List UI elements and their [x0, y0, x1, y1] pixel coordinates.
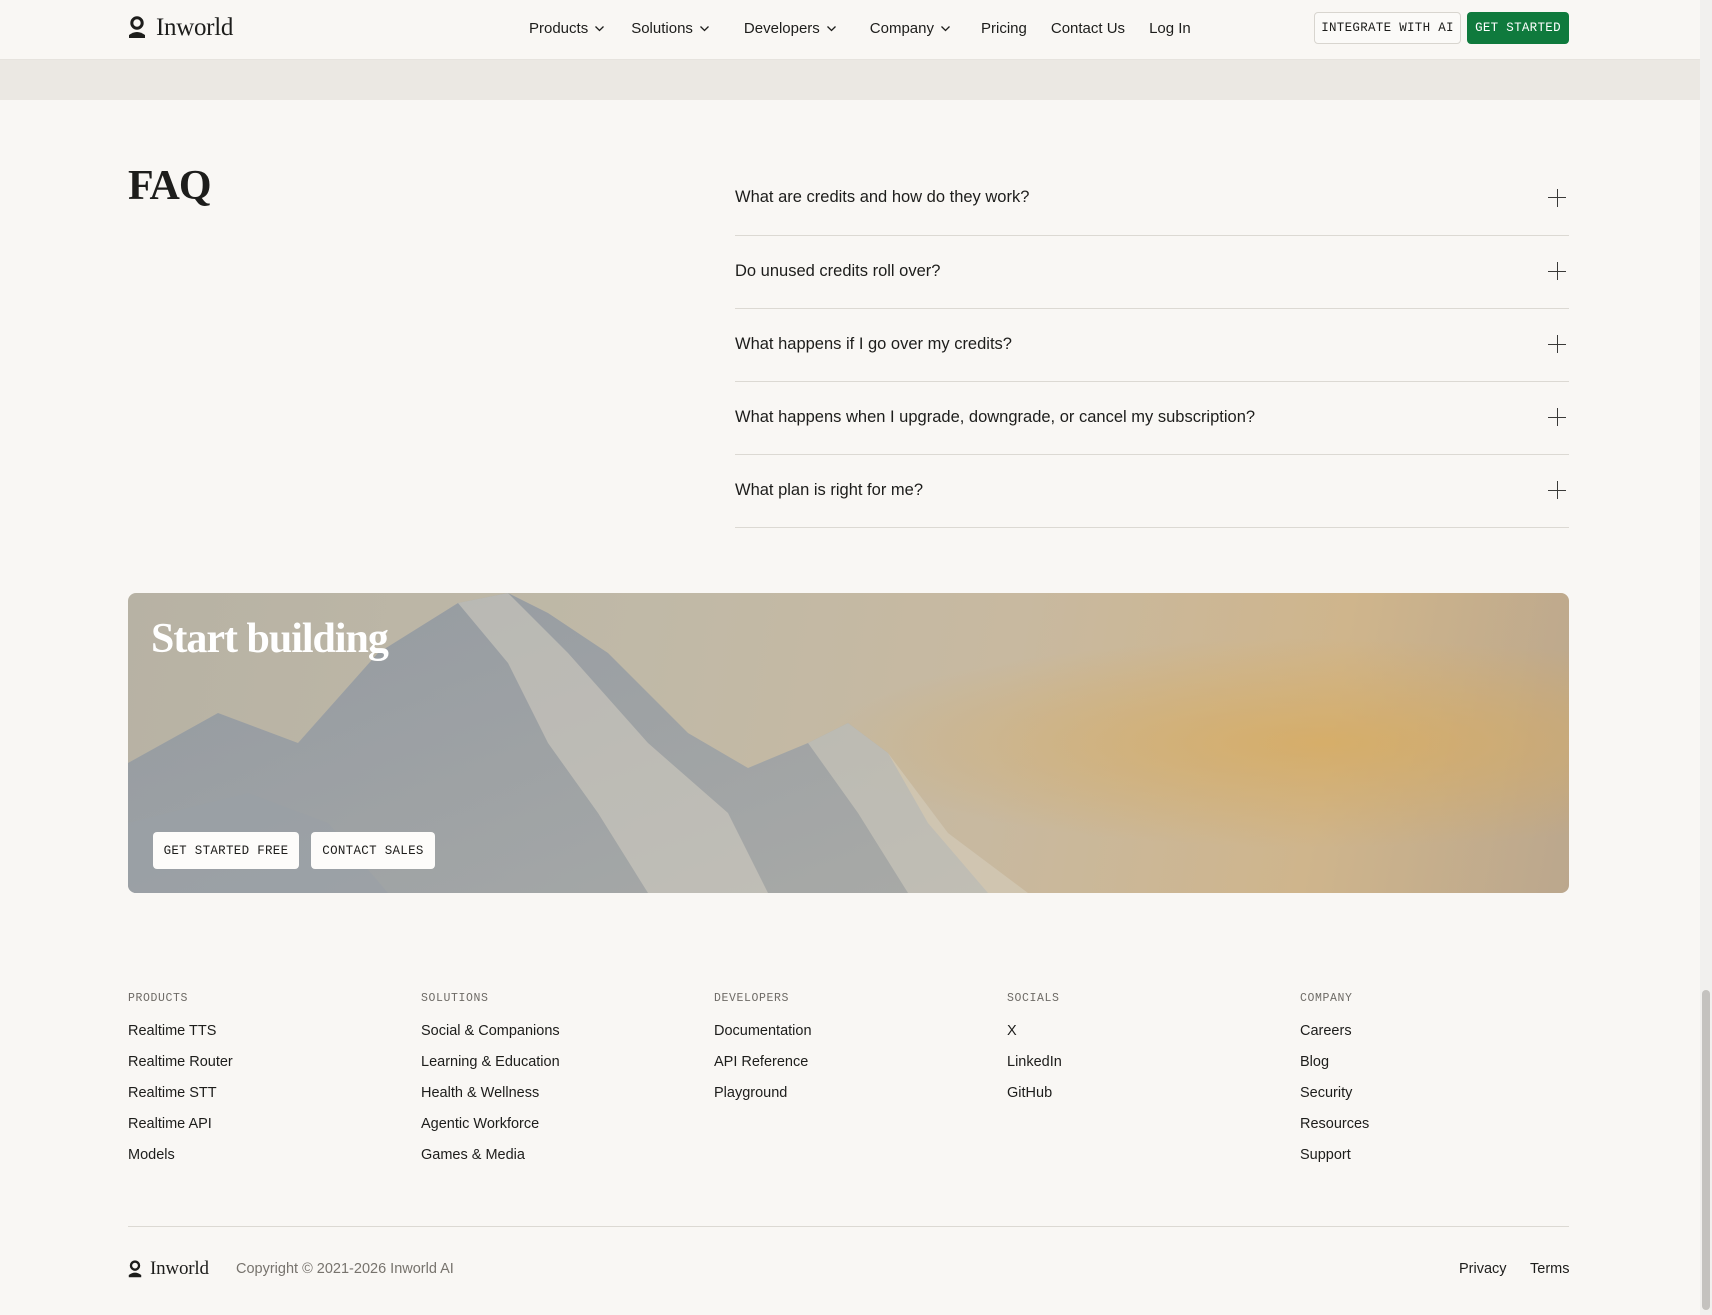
footer-link[interactable]: Blog	[1300, 1054, 1369, 1085]
footer-divider	[128, 1226, 1569, 1227]
footer-link[interactable]: Security	[1300, 1085, 1369, 1116]
nav-item-solutions[interactable]: Solutions	[631, 20, 710, 37]
plus-icon[interactable]	[1548, 262, 1566, 280]
footer-link[interactable]: Games & Media	[421, 1147, 560, 1178]
footer-column-developers: DEVELOPERS Documentation API Reference P…	[714, 992, 812, 1116]
footer-link[interactable]: Realtime STT	[128, 1085, 233, 1116]
terms-link[interactable]: Terms	[1530, 1261, 1569, 1277]
footer-link[interactable]: Agentic Workforce	[421, 1116, 560, 1147]
footer-heading: SOLUTIONS	[421, 992, 489, 1005]
plus-icon[interactable]	[1548, 188, 1566, 207]
inworld-logo-icon	[128, 1259, 142, 1277]
nav-item-label: Developers	[743, 19, 820, 37]
get-started-free-button[interactable]: GET STARTED FREE	[153, 832, 299, 869]
nav-item-label: Products	[529, 19, 589, 37]
footer-link[interactable]: GitHub	[1007, 1085, 1062, 1116]
nav-item-label: Log In	[1149, 19, 1191, 37]
faq-question: What are credits and how do they work?	[735, 188, 1030, 206]
nav-item-log-in[interactable]: Log In	[1149, 20, 1191, 37]
nav-item-developers[interactable]: Developers	[744, 20, 837, 37]
brand-name: Inworld	[150, 1258, 209, 1279]
get-started-button[interactable]: GET STARTED	[1467, 12, 1569, 44]
faq-item[interactable]: What happens when I upgrade, downgrade, …	[735, 382, 1569, 455]
footer-column-solutions: SOLUTIONS Social & Companions Learning &…	[421, 992, 560, 1178]
footer-heading: COMPANY	[1300, 992, 1353, 1005]
footer-heading: PRODUCTS	[128, 992, 189, 1005]
footer-link[interactable]: Careers	[1300, 1023, 1369, 1054]
cta-title: Start building	[151, 616, 389, 662]
plus-icon[interactable]	[1548, 408, 1566, 426]
nav-item-products[interactable]: Products	[529, 20, 605, 37]
section-divider-band	[0, 60, 1700, 100]
copyright-text: Copyright © 2021-2026 Inworld AI	[236, 1261, 454, 1277]
faq-item[interactable]: Do unused credits roll over?	[735, 236, 1569, 309]
nav-item-label: Company	[869, 19, 934, 37]
page-scrollbar[interactable]	[1700, 0, 1712, 1315]
footer-column-socials: SOCIALS X LinkedIn GitHub	[1007, 992, 1062, 1116]
nav-item-label: Solutions	[631, 19, 693, 37]
faq-title: FAQ	[128, 163, 212, 209]
main-nav: Products Solutions Developers Company Pr…	[529, 0, 1191, 56]
nav-item-company[interactable]: Company	[870, 20, 951, 37]
nav-item-pricing[interactable]: Pricing	[981, 20, 1027, 37]
privacy-link[interactable]: Privacy	[1459, 1261, 1507, 1277]
footer-link[interactable]: Documentation	[714, 1023, 812, 1054]
footer-link[interactable]: Realtime TTS	[128, 1023, 233, 1054]
brand-logo[interactable]: Inworld	[128, 14, 233, 42]
inworld-logo-icon	[129, 16, 145, 38]
chevron-down-icon	[941, 25, 950, 31]
start-building-banner: Start building GET STARTED FREE CONTACT …	[128, 593, 1569, 893]
top-navigation: Inworld Products Solutions Developers Co…	[0, 0, 1700, 60]
footer-link[interactable]: Health & Wellness	[421, 1085, 560, 1116]
footer-link[interactable]: Social & Companions	[421, 1023, 560, 1054]
footer-link[interactable]: API Reference	[714, 1054, 812, 1085]
faq-question: What happens if I go over my credits?	[735, 334, 1012, 353]
footer-column-products: PRODUCTS Realtime TTS Realtime Router Re…	[128, 992, 233, 1178]
faq-item[interactable]: What happens if I go over my credits?	[735, 309, 1569, 382]
footer-link[interactable]: X	[1007, 1023, 1062, 1054]
contact-sales-button[interactable]: CONTACT SALES	[311, 832, 435, 869]
footer-column-company: COMPANY Careers Blog Security Resources …	[1300, 992, 1369, 1178]
footer-link[interactable]: Support	[1300, 1147, 1369, 1178]
footer-link[interactable]: Realtime Router	[128, 1054, 233, 1085]
nav-item-label: Contact Us	[1050, 19, 1126, 37]
footer-heading: SOCIALS	[1007, 992, 1060, 1005]
chevron-down-icon	[826, 25, 836, 31]
footer-heading: DEVELOPERS	[714, 992, 790, 1005]
footer-link[interactable]: Resources	[1300, 1116, 1369, 1147]
faq-item[interactable]: What plan is right for me?	[735, 455, 1569, 528]
footer-link[interactable]: Realtime API	[128, 1116, 233, 1147]
plus-icon[interactable]	[1548, 335, 1566, 353]
brand-name: Inworld	[156, 14, 234, 41]
integrate-with-ai-button[interactable]: INTEGRATE WITH AI	[1314, 12, 1461, 44]
faq-item[interactable]: What are credits and how do they work?	[735, 162, 1569, 236]
chevron-down-icon	[595, 25, 605, 31]
faq-list: What are credits and how do they work? D…	[735, 162, 1569, 528]
faq-question: What happens when I upgrade, downgrade, …	[735, 407, 1256, 426]
scrollbar-thumb[interactable]	[1702, 990, 1710, 1310]
footer-link[interactable]: Learning & Education	[421, 1054, 560, 1085]
chevron-down-icon	[699, 25, 709, 31]
plus-icon[interactable]	[1548, 481, 1566, 499]
faq-question: Do unused credits roll over?	[735, 261, 941, 280]
footer-link[interactable]: Playground	[714, 1085, 812, 1116]
footer-logo[interactable]: Inworld	[128, 1258, 209, 1280]
nav-item-label: Pricing	[981, 19, 1027, 37]
nav-item-contact-us[interactable]: Contact Us	[1051, 20, 1125, 37]
footer-link[interactable]: Models	[128, 1147, 233, 1178]
footer-link[interactable]: LinkedIn	[1007, 1054, 1062, 1085]
faq-question: What plan is right for me?	[735, 480, 923, 499]
